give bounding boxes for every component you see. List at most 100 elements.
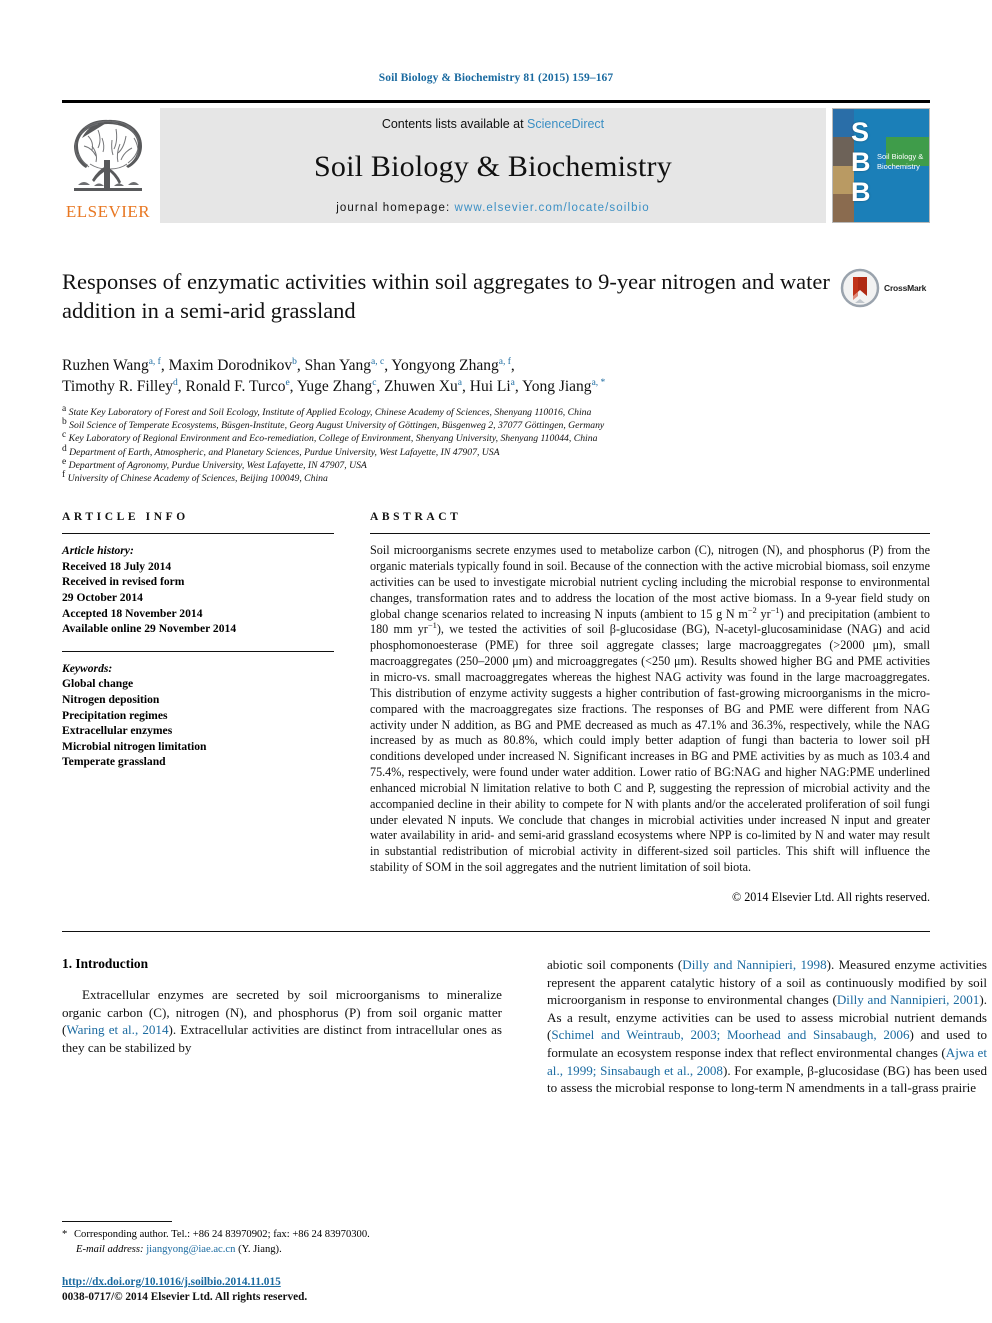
crossmark-label: CrossMark [884,283,927,293]
intro-right-text-1: abiotic soil components ( [547,956,683,972]
title-block: Responses of enzymatic activities within… [62,267,930,339]
affiliation-mark: f [62,469,66,480]
keyword-item: Precipitation regimes [62,708,168,722]
sciencedirect-link[interactable]: ScienceDirect [527,117,604,131]
author-affil-mark: a, f [148,356,161,367]
affiliation-item: d Department of Earth, Atmospheric, and … [62,443,930,459]
journal-cover-thumbnail[interactable]: S B B Soil Biology & Biochemistry [832,108,930,223]
footnote-rule [62,1221,172,1223]
body-columns: 1. Introduction Extracellular enzymes ar… [62,956,987,1184]
body-separator-rule [62,930,930,932]
history-item: Received 18 July 2014 [62,559,172,573]
crossmark-icon [840,268,880,308]
affiliation-text: Key Laboratory of Regional Environment a… [68,433,598,445]
author-sep: , [160,357,169,374]
email-owner: (Y. Jiang). [238,1243,282,1255]
abstract-sup-2: −1 [770,604,780,615]
corresponding-author-note: * Corresponding author. Tel.: +86 24 839… [62,1228,502,1242]
corresponding-author-text: Corresponding author. Tel.: +86 24 83970… [73,1229,370,1241]
keyword-item: Temperate grassland [62,755,166,769]
affiliation-mark: d [62,443,67,454]
introduction-paragraph: Extracellular enzymes are secreted by so… [62,986,502,1056]
author-affil-mark: a, * [591,377,606,388]
affiliation-mark: a [62,403,67,414]
author-name: Yong Jiang [522,378,592,395]
citation-link[interactable]: Dilly and Nannipieri, 1998 [682,957,826,972]
abstract-text: Soil microorganisms secrete enzymes used… [370,543,930,876]
crossmark-badge[interactable]: CrossMark [840,267,930,309]
cover-journal-name-line2: Biochemistry [877,162,920,171]
abstract-sup-1: −2 [747,604,757,615]
keyword-item: Global change [62,677,134,691]
citation-link[interactable]: Schimel and Weintraub, 2003; Moorhead an… [551,1027,909,1042]
citation-link[interactable]: Waring et al., 2014 [66,1022,168,1037]
article-info-heading: ARTICLE INFO [62,511,189,524]
affiliation-text: State Key Laboratory of Forest and Soil … [68,407,592,418]
doi-link[interactable]: http://dx.doi.org/10.1016/j.soilbio.2014… [62,1275,502,1290]
author-name: Zhuwen Xu [384,378,458,395]
body-column-left: 1. Introduction Extracellular enzymes ar… [62,956,502,1184]
author-name: Hui Li [469,378,511,395]
author-name: Yongyong Zhang [391,357,499,374]
elsevier-logo: ELSEVIER [62,108,154,223]
affiliation-item: c Key Laboratory of Regional Environment… [62,430,930,445]
cover-journal-name-line1: Soil Biology & [877,152,924,161]
author-name: Ruzhen Wang [62,357,149,374]
affiliation-mark: c [62,430,67,441]
abstract-part-2: ), we tested the activities of soil β-gl… [370,622,931,875]
cover-letter-b1: B [851,147,871,177]
journal-masthead: ELSEVIER Contents lists available at Sci… [62,108,930,223]
affiliation-item: b Soil Science of Temperate Ecosystems, … [62,416,930,432]
affiliation-text: Soil Science of Temperate Ecosystems, Bü… [69,420,605,432]
citation-link[interactable]: Dilly and Nannipieri, 2001 [837,992,980,1007]
elsevier-wordmark: ELSEVIER [65,202,151,221]
email-label: E-mail address: [76,1243,144,1255]
info-abstract-row: ARTICLE INFO Article history: Received 1… [62,511,930,905]
history-item: Accepted 18 November 2014 [62,606,203,620]
homepage-prefix: journal homepage: [336,202,455,214]
elsevier-tree-icon [74,119,142,191]
author-line-2: Timothy R. Filleyd, Ronald F. Turcoe, Yu… [62,376,930,397]
history-item: Received in revised form [62,575,185,589]
keywords-label: Keywords: [62,661,113,675]
keyword-item: Microbial nitrogen limitation [62,739,207,753]
body-column-right: abiotic soil components (Dilly and Nanni… [547,956,987,1184]
author-sep: , [376,378,385,395]
author-name: Ronald F. Turco [185,378,286,395]
affiliation-mark: b [62,416,67,427]
corresponding-author-marker: * [62,1229,72,1241]
author-line-1: Ruzhen Wanga, f, Maxim Dorodnikovb, Shan… [62,355,930,376]
issn-copyright-line: 0038-0717/© 2014 Elsevier Ltd. All right… [62,1291,308,1303]
introduction-paragraph-continued: abiotic soil components (Dilly and Nanni… [547,956,987,1097]
abstract-column: ABSTRACT Soil microorganisms secrete enz… [370,511,930,905]
cover-letter-b2: B [851,177,871,207]
author-affil-mark: a, f [498,356,511,367]
introduction-heading: 1. Introduction [62,955,149,971]
masthead-top-rule [62,100,930,103]
journal-title: Soil Biology & Biochemistry [314,149,672,183]
author-sep: , [289,378,297,395]
abstract-mid-1: yr [756,606,771,621]
keywords-rule [62,650,334,652]
journal-homepage-line: journal homepage: www.elsevier.com/locat… [336,202,649,214]
author-sep: , [296,357,305,374]
email-note: E-mail address: jiangyong@iae.ac.cn (Y. … [62,1243,502,1257]
history-item: Available online 29 November 2014 [62,622,237,636]
author-sep: , [462,378,470,395]
contents-prefix: Contents lists available at [381,117,528,131]
footnote-block: * Corresponding author. Tel.: +86 24 839… [62,1221,502,1305]
affiliation-list: a State Key Laboratory of Forest and Soi… [62,403,930,485]
masthead-panel: Contents lists available at ScienceDirec… [160,108,826,223]
email-link[interactable]: jiangyong@iae.ac.cn [146,1244,235,1255]
contents-available-line: Contents lists available at ScienceDirec… [382,117,604,131]
affiliation-item: e Department of Agronomy, Purdue Univers… [62,457,930,472]
affiliation-text: Department of Agronomy, Purdue Universit… [68,459,367,471]
article-info-rule [62,533,334,535]
keyword-item: Extracellular enzymes [62,724,173,738]
author-name: Timothy R. Filley [62,378,173,395]
page-title: Responses of enzymatic activities within… [62,269,830,323]
running-head: Soil Biology & Biochemistry 81 (2015) 15… [378,72,614,84]
cover-letter-s: S [851,117,870,147]
keyword-item: Nitrogen deposition [62,692,160,706]
journal-homepage-link[interactable]: www.elsevier.com/locate/soilbio [455,202,650,214]
